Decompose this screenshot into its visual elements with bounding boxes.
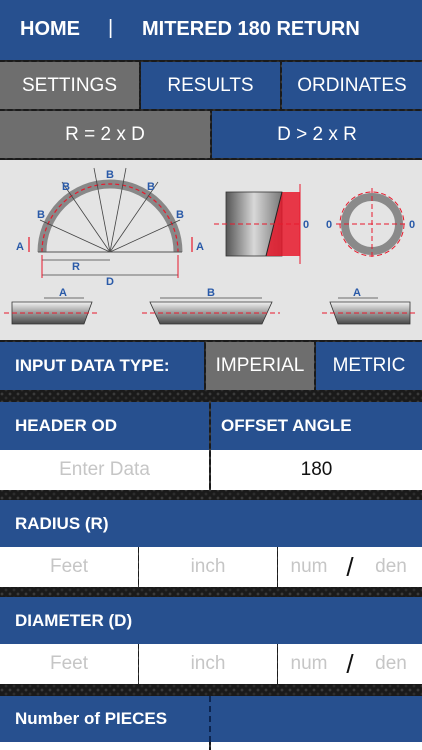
diameter-inch-placeholder: inch	[190, 653, 226, 674]
input-type-label: INPUT DATA TYPE:	[0, 342, 204, 390]
pieces-field-strip	[211, 742, 422, 750]
diameter-label: D	[106, 276, 114, 288]
radius-num-placeholder: num	[290, 556, 328, 577]
radius-inch-input[interactable]: inch	[139, 547, 277, 587]
diameter-feet-placeholder: Feet	[49, 653, 89, 674]
diagram-illustration: B B B B B A A R D 0 0 0 A B A	[4, 167, 418, 325]
pipe-label: A	[59, 287, 67, 299]
segment-label: B	[106, 169, 114, 181]
diameter-num-placeholder: num	[290, 653, 328, 674]
diameter-den-placeholder: den	[375, 653, 407, 674]
radius-inch-placeholder: inch	[190, 556, 226, 577]
metric-button[interactable]: METRIC	[316, 342, 422, 390]
imperial-button[interactable]: IMPERIAL	[206, 342, 314, 390]
segment-label: B	[37, 209, 45, 221]
offset-angle-input[interactable]: 180	[211, 450, 422, 490]
tab-ordinates[interactable]: ORDINATES	[282, 62, 422, 109]
diameter-den-input[interactable]: den	[360, 644, 422, 684]
segment-label: B	[62, 181, 70, 193]
segment-label: B	[176, 209, 184, 221]
zero-label: 0	[409, 219, 415, 231]
zero-label: 0	[303, 219, 309, 231]
segment-label: B	[147, 181, 155, 193]
header-od-placeholder: Enter Data	[59, 459, 150, 480]
tab-results[interactable]: RESULTS	[141, 62, 280, 109]
radius-num-input[interactable]: num	[278, 547, 340, 587]
radius-den-placeholder: den	[375, 556, 407, 577]
elbow-drawing: B B B B B A A R D	[16, 167, 204, 288]
zero-label: 0	[326, 219, 332, 231]
header-od-input[interactable]: Enter Data	[0, 450, 209, 490]
end-label-right: A	[196, 241, 204, 253]
mode-d-greater-2r[interactable]: D > 2 x R	[212, 111, 422, 158]
pipe-section-drawing: 0 0	[326, 188, 415, 260]
mitered-return-diagram: B B B B B A A R D 0 0 0 A B A	[0, 160, 422, 340]
pieces-input[interactable]	[211, 696, 422, 742]
page-title: MITERED 180 RETURN	[142, 18, 360, 40]
diameter-num-input[interactable]: num	[278, 644, 340, 684]
diameter-label: DIAMETER (D)	[0, 597, 422, 644]
offset-angle-value: 180	[300, 459, 333, 480]
radius-feet-placeholder: Feet	[49, 556, 89, 577]
header-separator: |	[108, 17, 114, 39]
app-header: HOME | MITERED 180 RETURN	[0, 0, 422, 60]
diameter-fraction-slash: /	[340, 644, 360, 684]
cut-angle-drawing: 0	[214, 184, 309, 264]
radius-fraction-slash: /	[340, 547, 360, 587]
pipe-label: A	[353, 287, 361, 299]
pipe-label: B	[207, 287, 215, 299]
diameter-feet-input[interactable]: Feet	[0, 644, 138, 684]
radius-feet-input[interactable]: Feet	[0, 547, 138, 587]
tab-settings[interactable]: SETTINGS	[0, 62, 139, 109]
pipe-segments-drawing: A B A	[4, 287, 418, 325]
offset-angle-label: OFFSET ANGLE	[211, 402, 422, 450]
radius-den-input[interactable]: den	[360, 547, 422, 587]
radius-label: R	[72, 261, 80, 273]
header-od-label: HEADER OD	[0, 402, 209, 450]
radius-label: RADIUS (R)	[0, 500, 422, 547]
mode-r-equals-2d[interactable]: R = 2 x D	[0, 111, 210, 158]
home-button[interactable]: HOME	[20, 18, 80, 41]
pieces-field-strip	[0, 742, 209, 750]
pieces-label: Number of PIECES	[0, 696, 209, 742]
end-label-left: A	[16, 241, 24, 253]
diameter-inch-input[interactable]: inch	[139, 644, 277, 684]
